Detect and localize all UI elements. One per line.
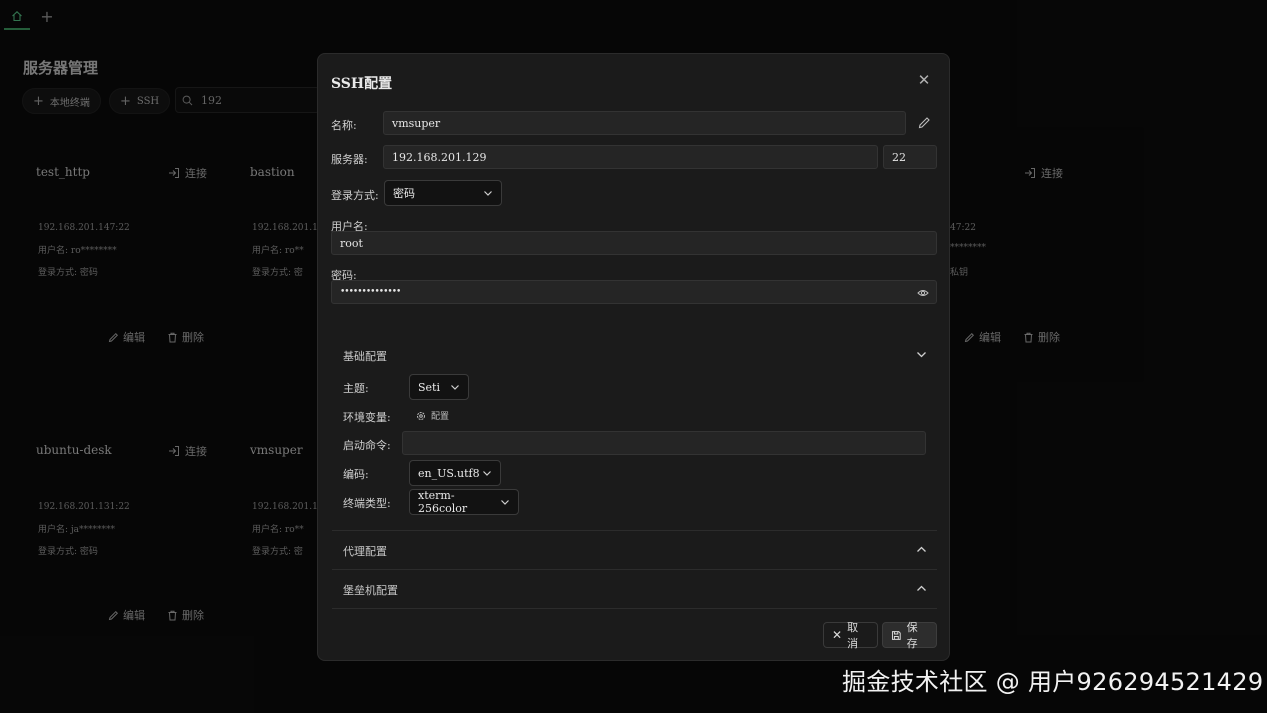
username-value: root: [340, 236, 363, 250]
toggle-password-visibility[interactable]: [917, 287, 929, 301]
proxy-config-header[interactable]: 代理配置: [332, 531, 937, 569]
password-field[interactable]: ••••••••••••••: [331, 280, 937, 304]
chevron-up-icon: [917, 585, 926, 591]
eye-icon: [917, 290, 929, 296]
login-method-value: 密码: [393, 187, 415, 200]
basic-config-title: 基础配置: [343, 350, 387, 363]
proxy-config-title: 代理配置: [343, 545, 387, 558]
save-button[interactable]: 保存: [882, 621, 937, 650]
terminal-type-select[interactable]: xterm-256color: [409, 489, 519, 515]
chevron-down-icon: [484, 191, 492, 196]
name-label: 名称:: [331, 119, 357, 132]
login-method-select[interactable]: 密码: [384, 180, 502, 206]
theme-select[interactable]: Seti: [409, 374, 469, 400]
env-config-button[interactable]: 配置: [416, 409, 449, 422]
chevron-down-icon: [451, 385, 459, 390]
password-value: ••••••••••••••: [340, 287, 401, 297]
ssh-config-dialog: SSH配置 ✕ 名称: vmsuper 服务器: 192.168.201.129…: [317, 53, 950, 661]
env-vars-label: 环境变量:: [343, 411, 391, 424]
name-field[interactable]: vmsuper: [383, 111, 906, 135]
encoding-select[interactable]: en_US.utf8: [409, 460, 501, 486]
chevron-up-icon: [917, 546, 926, 552]
pencil-icon: [918, 117, 930, 129]
close-icon: ✕: [832, 628, 843, 642]
port-field[interactable]: 22: [883, 145, 937, 169]
gear-icon: [417, 411, 425, 420]
chevron-down-icon: [917, 352, 926, 358]
server-label: 服务器:: [331, 153, 368, 166]
startup-command-label: 启动命令:: [343, 439, 391, 452]
terminal-type-value: xterm-256color: [418, 489, 468, 515]
terminal-type-label: 终端类型:: [343, 497, 391, 510]
username-field[interactable]: root: [331, 231, 937, 255]
cancel-label: 取消: [847, 621, 859, 650]
theme-value: Seti: [418, 380, 440, 394]
watermark: 掘金技术社区 @ 用户926294521429: [842, 668, 1264, 696]
edit-name-button[interactable]: [918, 116, 931, 132]
encoding-label: 编码:: [343, 468, 369, 481]
chevron-down-icon: [483, 471, 491, 476]
name-value: vmsuper: [392, 116, 441, 130]
close-icon: ✕: [917, 71, 931, 89]
dialog-title: SSH配置: [331, 76, 393, 92]
save-label: 保存: [906, 621, 918, 650]
bastion-config-header[interactable]: 堡垒机配置: [332, 570, 937, 608]
basic-config-header[interactable]: 基础配置: [332, 336, 937, 374]
close-button[interactable]: ✕: [916, 71, 932, 89]
chevron-down-icon: [501, 500, 509, 505]
bastion-config-title: 堡垒机配置: [343, 584, 398, 597]
cancel-button[interactable]: ✕ 取消: [823, 621, 878, 650]
login-method-label: 登录方式:: [331, 189, 379, 202]
startup-command-field[interactable]: [402, 431, 926, 455]
server-value: 192.168.201.129: [392, 150, 487, 164]
encoding-value: en_US.utf8: [418, 466, 480, 480]
divider: [332, 608, 937, 609]
theme-label: 主题:: [343, 382, 369, 395]
server-address-field[interactable]: 192.168.201.129: [383, 145, 878, 169]
env-config-label: 配置: [431, 412, 450, 422]
port-value: 22: [892, 150, 906, 164]
save-icon: [891, 630, 901, 640]
